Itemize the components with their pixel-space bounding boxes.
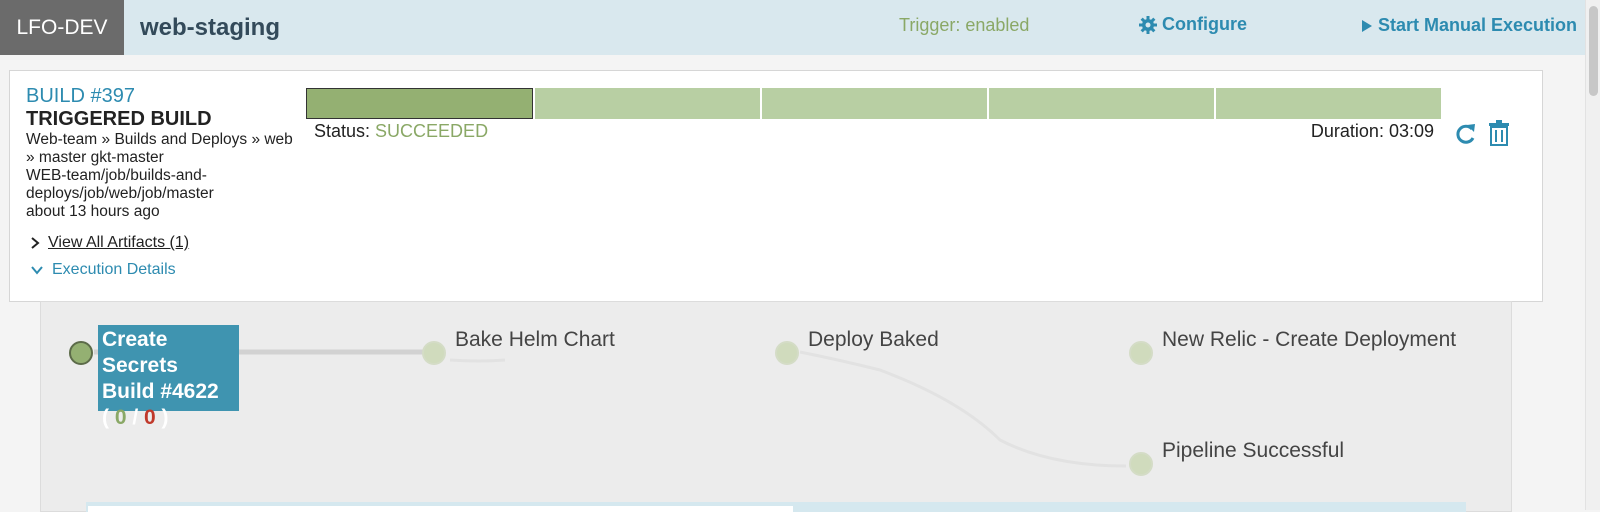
stage-node-bake-helm-chart[interactable] (422, 341, 446, 365)
stage-detail-tab (88, 506, 793, 512)
stage-node-pipeline-successful[interactable] (1129, 452, 1153, 476)
stage-node-new-relic[interactable] (1129, 341, 1153, 365)
stage-node-deploy-baked[interactable] (775, 341, 799, 365)
stage-label-new-relic[interactable]: New Relic - Create Deployment (1162, 328, 1456, 352)
success-count: 0 (114, 406, 127, 429)
graph-edges (94, 349, 1127, 468)
failure-count: 0 (144, 406, 156, 429)
active-stage-build: Build #4622 (102, 380, 219, 403)
active-stage-title: Create Secrets (102, 328, 178, 377)
stage-label-pipeline-successful[interactable]: Pipeline Successful (1162, 439, 1344, 463)
stage-label-deploy-baked[interactable]: Deploy Baked (808, 328, 939, 352)
active-stage-card[interactable]: Create Secrets Build #4622 ( 0 / 0 ) (98, 325, 239, 429)
stage-label-bake-helm-chart[interactable]: Bake Helm Chart (455, 328, 615, 352)
stage-node-create-secrets[interactable] (69, 341, 93, 365)
active-stage-counts: ( 0 / 0 ) (102, 406, 169, 429)
